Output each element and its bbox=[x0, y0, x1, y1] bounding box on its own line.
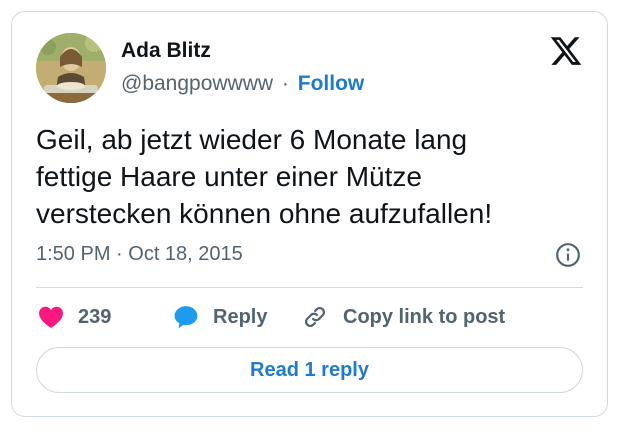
info-icon[interactable] bbox=[555, 242, 581, 268]
avatar-image bbox=[36, 33, 106, 103]
avatar[interactable] bbox=[36, 33, 106, 103]
speech-bubble-icon bbox=[174, 306, 198, 329]
follow-button[interactable]: Follow bbox=[298, 72, 365, 95]
like-count: 239 bbox=[78, 305, 112, 328]
read-replies-button[interactable]: Read 1 reply bbox=[36, 347, 583, 393]
copy-link-label: Copy link to post bbox=[343, 305, 506, 328]
separator-dot: · bbox=[281, 72, 289, 95]
author-name[interactable]: Ada Blitz bbox=[121, 39, 211, 63]
heart-icon bbox=[39, 306, 63, 329]
like-button[interactable]: 239 bbox=[38, 302, 111, 332]
reply-button[interactable]: Reply bbox=[173, 302, 267, 332]
link-icon bbox=[304, 306, 326, 328]
tweet-embed-card: Ada Blitz @bangpowwww · Follow Geil, ab … bbox=[11, 11, 608, 417]
reply-label: Reply bbox=[213, 305, 268, 328]
tweet-timestamp[interactable]: 1:50 PM · Oct 18, 2015 bbox=[36, 243, 243, 266]
tweet-text: Geil, ab jetzt wieder 6 Monate lang fett… bbox=[36, 124, 493, 229]
x-logo-icon[interactable] bbox=[549, 34, 583, 68]
copy-link-button[interactable]: Copy link to post bbox=[301, 302, 505, 332]
divider bbox=[36, 287, 583, 288]
author-handle-row: @bangpowwww · Follow bbox=[121, 72, 364, 96]
author-handle[interactable]: @bangpowwww bbox=[121, 72, 273, 95]
